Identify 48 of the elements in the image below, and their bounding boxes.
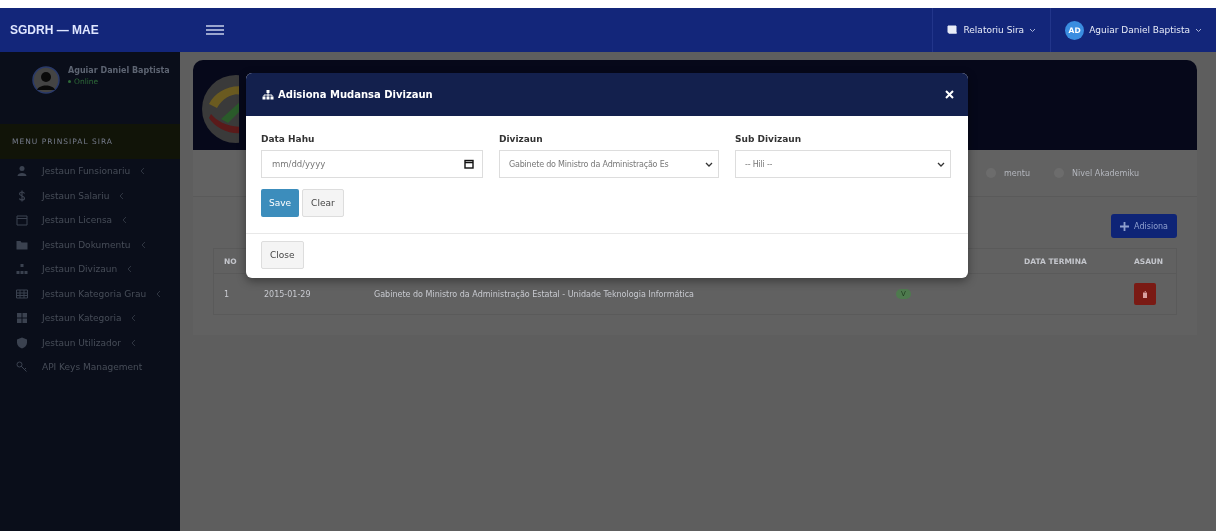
plus-icon <box>1120 221 1130 231</box>
table-cell-text: 2015-01-29 <box>264 289 312 299</box>
trash-icon <box>1142 290 1148 298</box>
menu-icon[interactable] <box>206 25 224 35</box>
sitemap-icon <box>16 263 28 276</box>
select-field[interactable]: -- Hili -- <box>735 150 951 178</box>
calendar-icon <box>464 159 474 169</box>
table-cell-text: Gabinete do Ministro da Administração Estatal - Unidade Teknologia Informática <box>374 289 695 299</box>
caret-icon <box>705 161 713 167</box>
sidebar-item[interactable]: Jestaun Kategoria <box>0 306 180 331</box>
caret-icon <box>937 161 945 167</box>
sitemap-icon <box>262 89 274 100</box>
table-cell-text: 1 <box>224 289 231 299</box>
dialog-title: Adisiona Mudansa Divizaun <box>278 89 433 100</box>
close-icon[interactable] <box>945 90 954 99</box>
clear-button[interactable]: Clear <box>302 189 344 217</box>
shield-icon <box>16 336 28 349</box>
profile-tab[interactable]: mentu <box>986 168 1031 178</box>
close-button[interactable]: Close <box>261 241 304 269</box>
sidebar-item[interactable]: Jestaun Licensa <box>0 208 180 233</box>
sidebar-item[interactable]: Jestaun Salariu <box>0 183 180 208</box>
select-field[interactable]: Gabinete do Ministro da Administração Es <box>499 150 719 178</box>
profile-tab[interactable]: Nivel Akademiku <box>1054 168 1139 178</box>
book-icon <box>947 25 959 35</box>
app-brand[interactable]: SGDRH — MAE <box>10 23 194 37</box>
add-button[interactable]: Adisiona <box>1111 214 1177 238</box>
field-label: Divizaun <box>499 134 544 144</box>
dollar-icon <box>16 189 28 202</box>
calendar-icon <box>16 214 28 227</box>
sidebar-item[interactable]: Jestaun Kategoria Grau <box>0 281 180 306</box>
date-field[interactable]: mm/dd/yyyy <box>261 150 483 178</box>
sidebar-item[interactable]: Jestaun Dokumentu <box>0 232 180 257</box>
sidebar-item[interactable]: Jestaun Divizaun <box>0 257 180 282</box>
folder-icon <box>16 238 28 251</box>
sidebar-item[interactable]: Jestaun Funsionariu <box>0 159 180 184</box>
field-label: Sub Divizaun <box>735 134 803 144</box>
save-button[interactable]: Save <box>261 189 300 217</box>
sidebar-item[interactable]: Jestaun Utilizador <box>0 330 180 355</box>
caret-icon <box>1195 27 1202 33</box>
user-icon <box>16 165 28 178</box>
field-label: Data Hahu <box>261 134 316 144</box>
caret-icon <box>1029 27 1037 33</box>
table-icon <box>16 287 28 300</box>
avatar-icon <box>32 66 60 94</box>
user-name: Aguiar Daniel Baptista <box>68 66 170 75</box>
delete-button[interactable] <box>1134 283 1156 305</box>
key-icon <box>16 361 28 374</box>
grid-icon <box>16 312 28 325</box>
